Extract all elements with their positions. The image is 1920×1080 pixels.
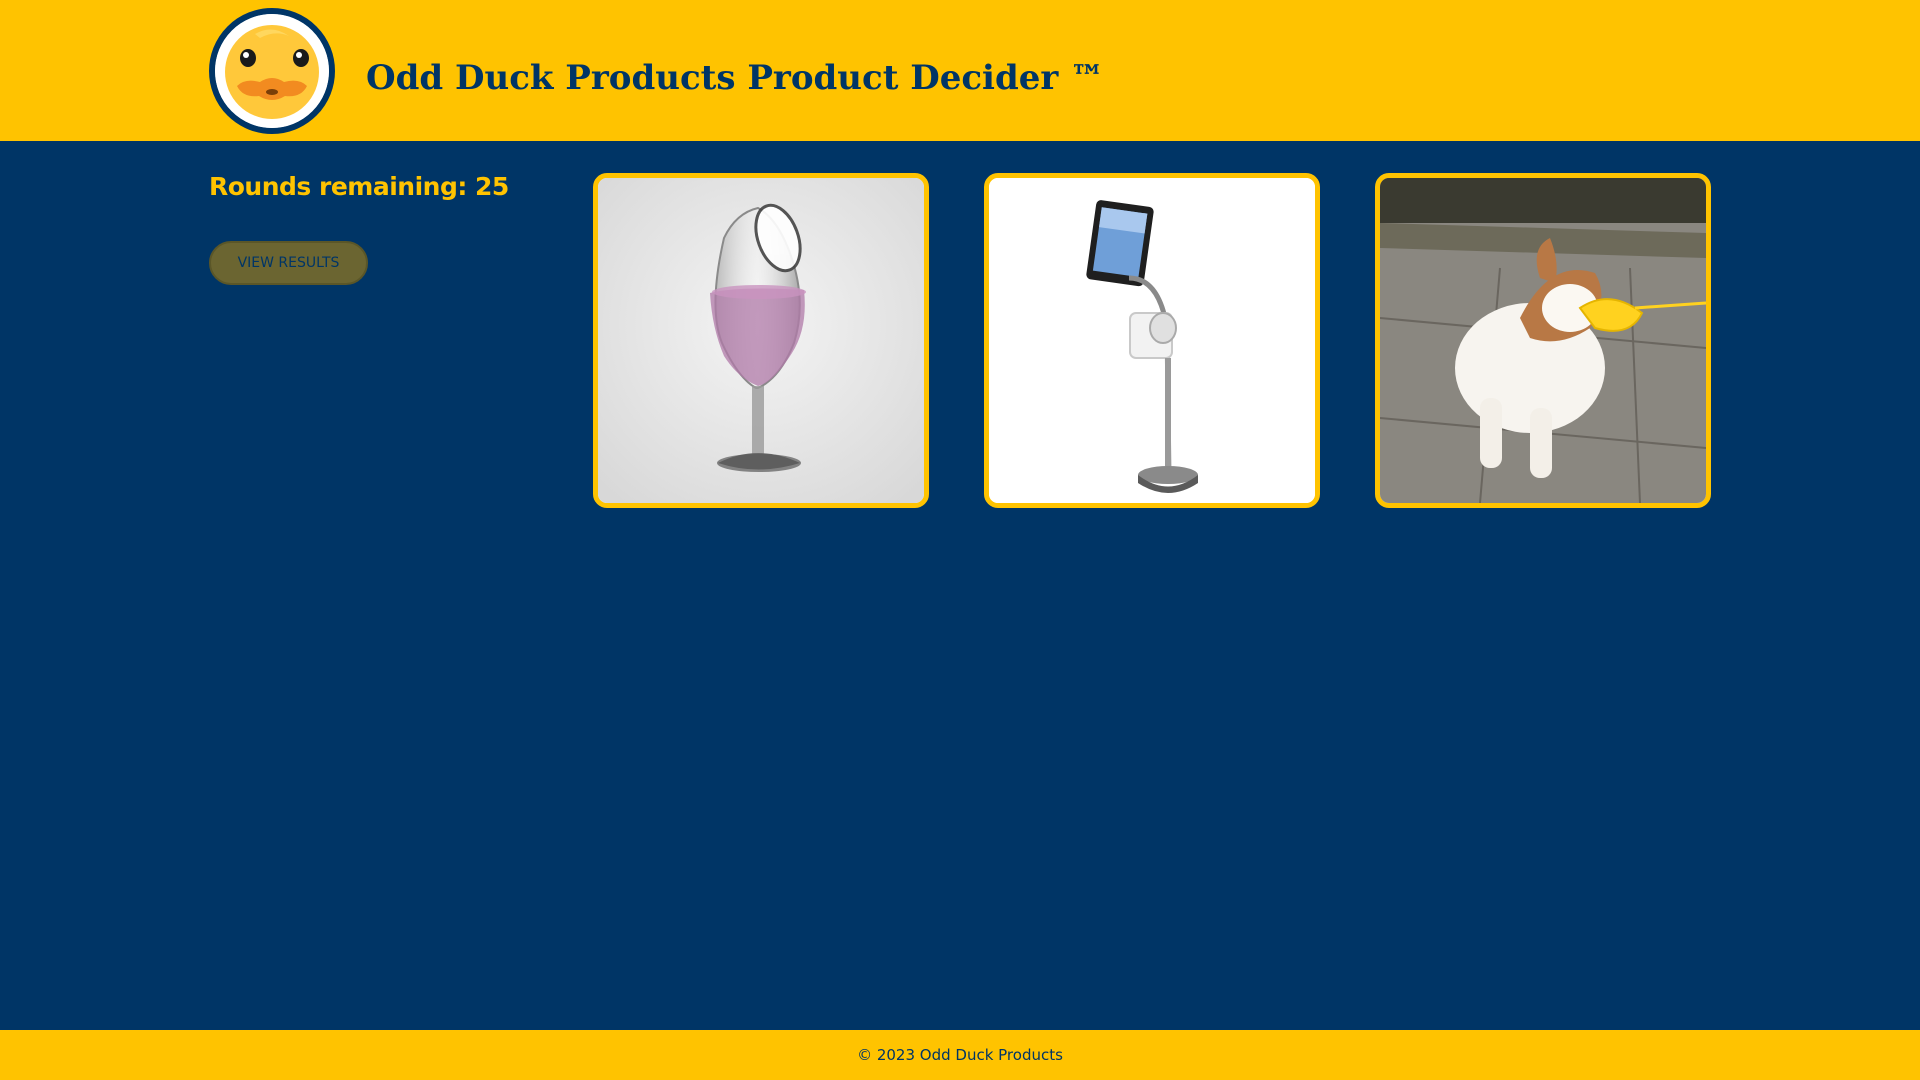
site-footer: © 2023 Odd Duck Products — [0, 1030, 1920, 1080]
page-title: Odd Duck Products Product Decider ™ — [366, 58, 1105, 98]
wine-glass-image — [598, 178, 924, 503]
view-results-button[interactable]: VIEW RESULTS — [209, 241, 368, 285]
dog-duck-muzzle-image — [1380, 178, 1706, 503]
tablet-toilet-paper-stand-image — [989, 178, 1315, 503]
rounds-remaining-label: Rounds remaining: 25 — [209, 172, 509, 201]
site-header: Odd Duck Products Product Decider ™ — [0, 0, 1920, 141]
copyright-text: © 2023 Odd Duck Products — [857, 1046, 1063, 1064]
duck-face-icon — [209, 8, 335, 134]
product-card-wine-glass[interactable] — [593, 173, 929, 508]
product-card-tablet-stand[interactable] — [984, 173, 1320, 508]
product-card-dog-duck-muzzle[interactable] — [1375, 173, 1711, 508]
